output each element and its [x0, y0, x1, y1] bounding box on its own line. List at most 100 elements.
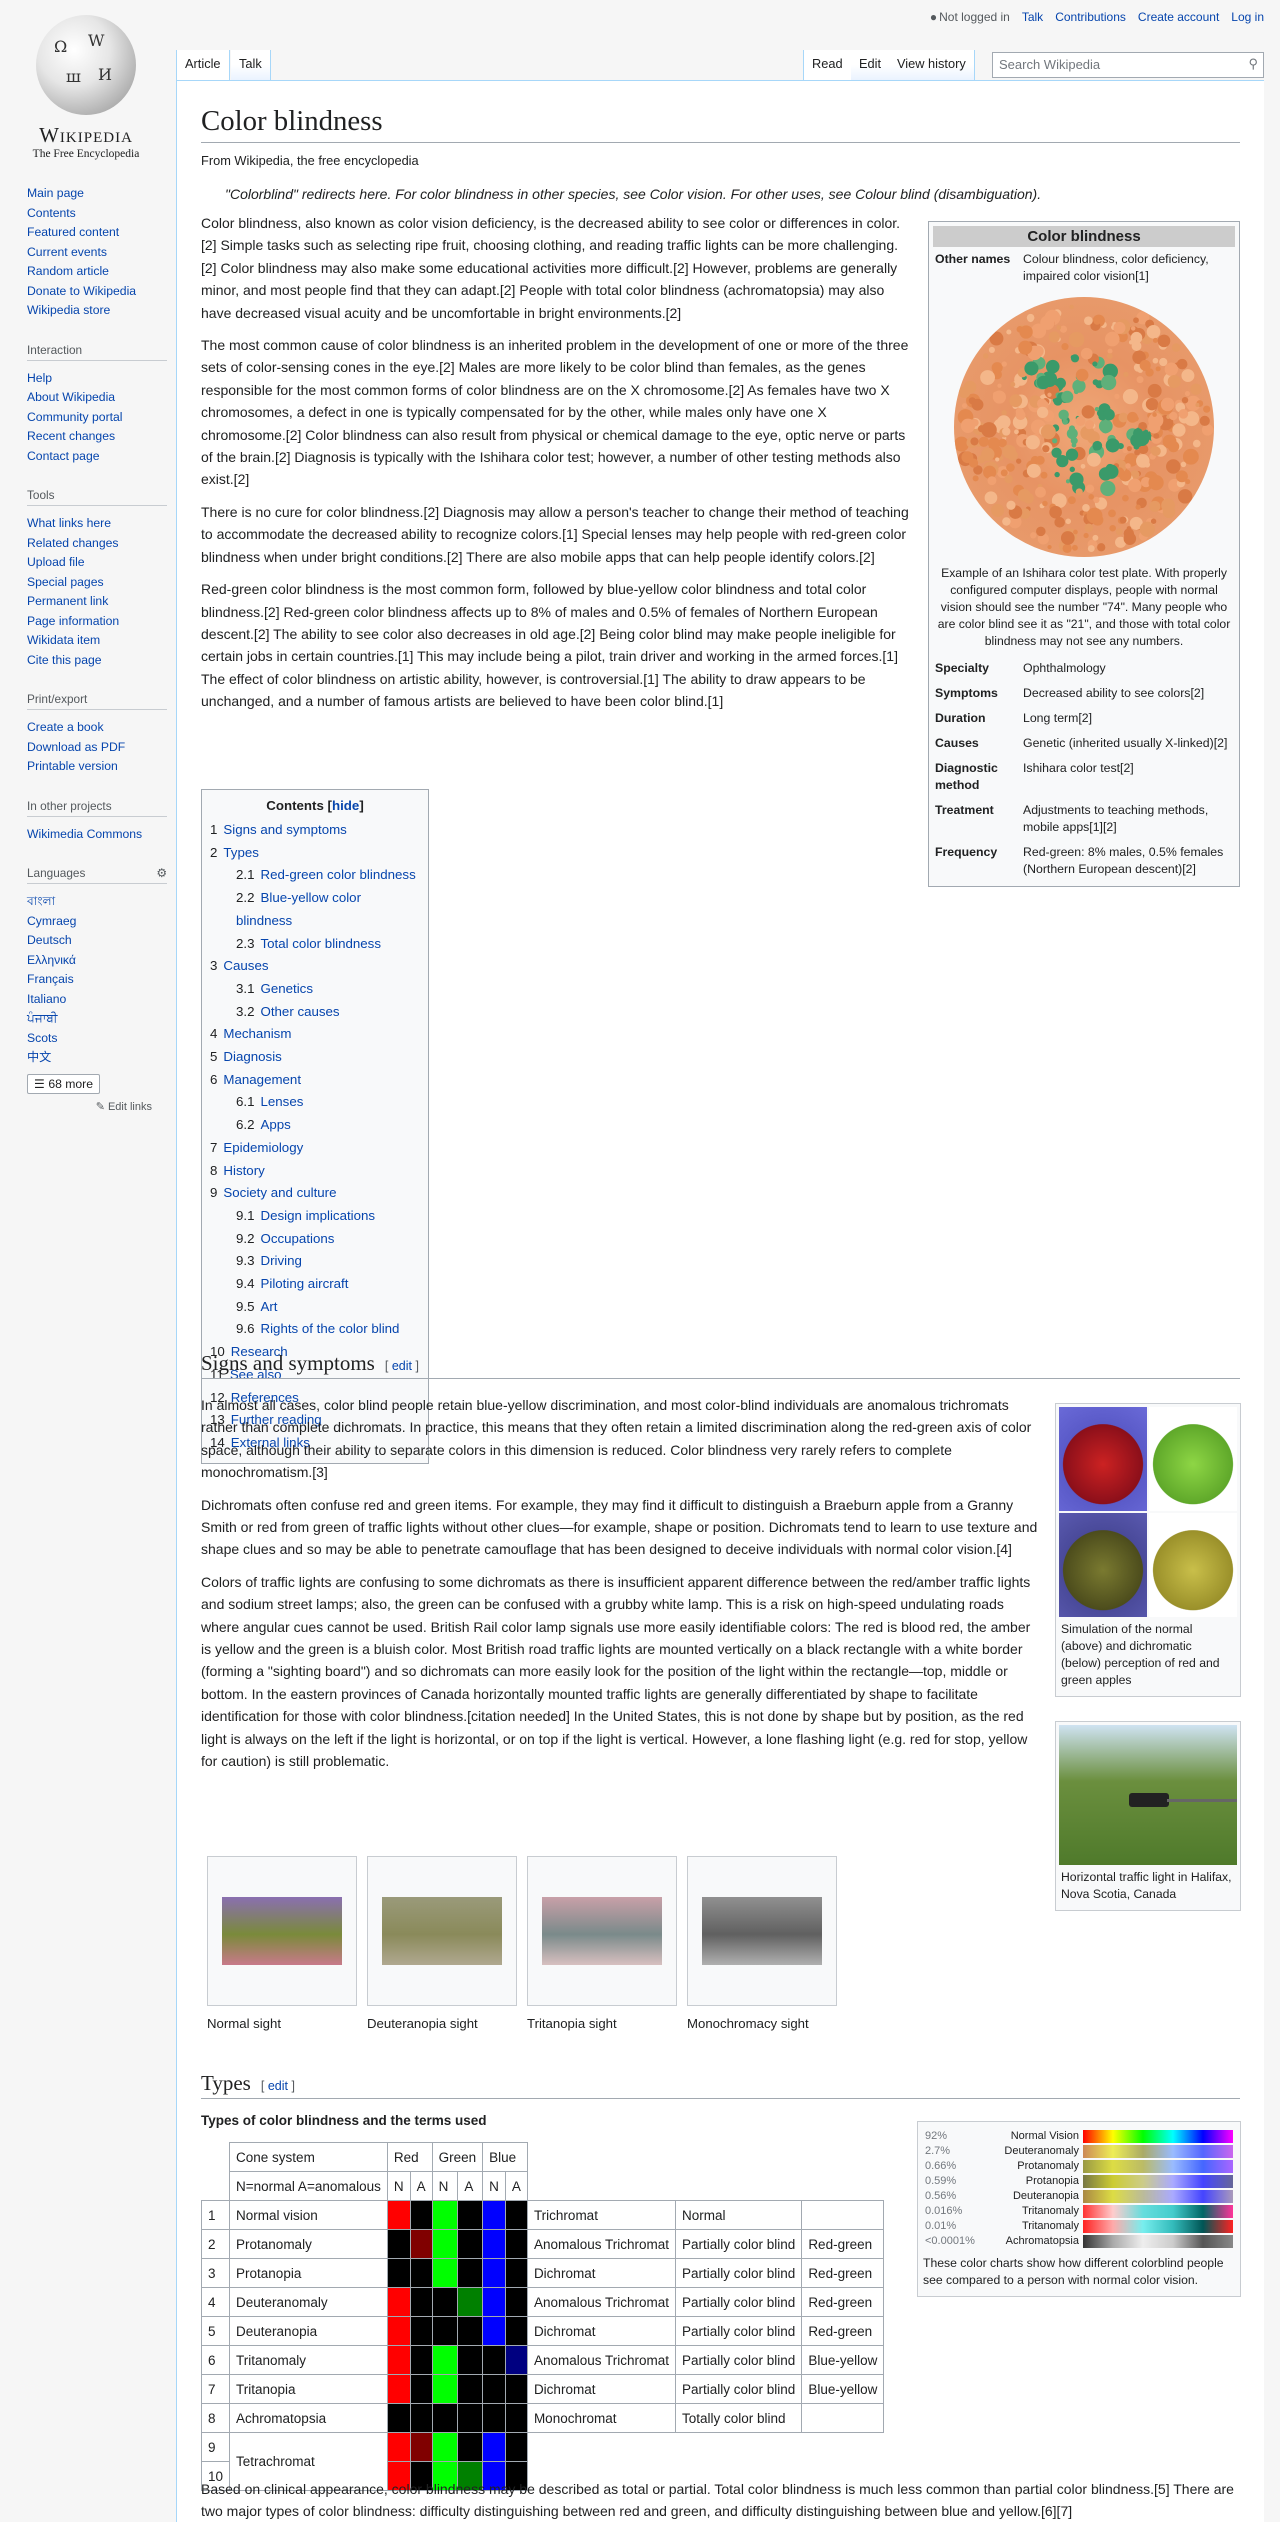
sidebar-item-special-pages[interactable]: Special pages	[27, 573, 167, 593]
sidebar-item-featured-content[interactable]: Featured content	[27, 223, 167, 243]
toc-link[interactable]: Epidemiology	[223, 1140, 303, 1155]
infobox-value[interactable]: Decreased ability to see colors[2]	[1023, 685, 1233, 702]
toc-link[interactable]: Design implications	[261, 1208, 376, 1223]
toc-link[interactable]: Occupations	[261, 1231, 335, 1246]
toc-item[interactable]: 2.2 Blue-yellow color blindness	[210, 887, 420, 932]
toc-link[interactable]: Red-green color blindness	[261, 867, 416, 882]
toc-link[interactable]: Driving	[261, 1253, 302, 1268]
sidebar-item-community-portal[interactable]: Community portal	[27, 408, 167, 428]
toc-link[interactable]: Types	[223, 845, 258, 860]
apples-thumbnail[interactable]: Simulation of the normal (above) and dic…	[1055, 1403, 1241, 1697]
sidebar-item-page-information[interactable]: Page information	[27, 612, 167, 632]
sidebar-item-wikipedia-store[interactable]: Wikipedia store	[27, 301, 167, 321]
sidebar-item-create-a-book[interactable]: Create a book	[27, 718, 167, 738]
gear-icon[interactable]: ⚙	[156, 866, 167, 880]
toc-hide-toggle[interactable]: hide	[332, 798, 359, 813]
edit-section-link[interactable]: edit	[392, 1359, 412, 1373]
tab-article[interactable]: Article	[176, 50, 230, 80]
gallery-item[interactable]: Tritanopia sight	[527, 1856, 677, 2031]
toc-item[interactable]: 3.2 Other causes	[210, 1001, 420, 1024]
gallery-image[interactable]	[687, 1856, 837, 2006]
gallery-item[interactable]: Normal sight	[207, 1856, 357, 2031]
edit-links[interactable]: ✎ Edit links	[27, 1100, 167, 1113]
toc-item[interactable]: 6 Management	[210, 1069, 420, 1092]
toc-link[interactable]: Causes	[223, 958, 268, 973]
sidebar-item-cymraeg[interactable]: Cymraeg	[27, 912, 167, 932]
toc-link[interactable]: Genetics	[261, 981, 313, 996]
sidebar-item-italiano[interactable]: Italiano	[27, 990, 167, 1010]
sidebar-item-current-events[interactable]: Current events	[27, 243, 167, 263]
toc-item[interactable]: 9.1 Design implications	[210, 1205, 420, 1228]
sidebar-item-random-article[interactable]: Random article	[27, 262, 167, 282]
toc-link[interactable]: Society and culture	[223, 1185, 336, 1200]
toc-item[interactable]: 2.3 Total color blindness	[210, 933, 420, 956]
talk-link[interactable]: Talk	[1022, 10, 1043, 24]
toc-link[interactable]: Signs and symptoms	[223, 822, 346, 837]
contributions-link[interactable]: Contributions	[1055, 10, 1126, 24]
sidebar-item-fran-ais[interactable]: Français	[27, 970, 167, 990]
sidebar-item-help[interactable]: Help	[27, 369, 167, 389]
sidebar-item-contact-page[interactable]: Contact page	[27, 447, 167, 467]
toc-item[interactable]: 4 Mechanism	[210, 1023, 420, 1046]
sidebar-item-scots[interactable]: Scots	[27, 1029, 167, 1049]
toc-item[interactable]: 9.2 Occupations	[210, 1228, 420, 1251]
more-languages-button[interactable]: ☰ 68 more	[27, 1073, 101, 1094]
search-icon[interactable]: ⚲	[1248, 56, 1258, 72]
create-account-link[interactable]: Create account	[1138, 10, 1219, 24]
toc-item[interactable]: 5 Diagnosis	[210, 1046, 420, 1069]
infobox-value[interactable]: Ishihara color test[2]	[1023, 760, 1233, 794]
sidebar-item-langs-0[interactable]: বাংলা	[27, 892, 167, 912]
sidebar-item-wikidata-item[interactable]: Wikidata item	[27, 631, 167, 651]
sidebar-item-download-as-pdf[interactable]: Download as PDF	[27, 738, 167, 758]
infobox-value[interactable]: Adjustments to teaching methods, mobile …	[1023, 802, 1233, 836]
toc-link[interactable]: Other causes	[261, 1004, 340, 1019]
sidebar-item-deutsch[interactable]: Deutsch	[27, 931, 167, 951]
sidebar-item-wikimedia-commons[interactable]: Wikimedia Commons	[27, 825, 167, 845]
infobox-value[interactable]: Ophthalmology	[1023, 660, 1233, 677]
toc-link[interactable]: Mechanism	[223, 1026, 291, 1041]
gallery-item[interactable]: Deuteranopia sight	[367, 1856, 517, 2031]
infobox-value[interactable]: Long term[2]	[1023, 710, 1233, 727]
toc-item[interactable]: 2 Types	[210, 842, 420, 865]
gallery-image[interactable]	[367, 1856, 517, 2006]
toc-link[interactable]: Rights of the color blind	[261, 1321, 400, 1336]
toc-link[interactable]: Apps	[261, 1117, 291, 1132]
toc-item[interactable]: 3.1 Genetics	[210, 978, 420, 1001]
traffic-light-thumbnail[interactable]: Horizontal traffic light in Halifax, Nov…	[1055, 1721, 1241, 1911]
toc-item[interactable]: 9.5 Art	[210, 1296, 420, 1319]
sidebar-item-what-links-here[interactable]: What links here	[27, 514, 167, 534]
infobox-value[interactable]: Red-green: 8% males, 0.5% females (North…	[1023, 844, 1233, 878]
toc-link[interactable]: Management	[223, 1072, 301, 1087]
toc-item[interactable]: 9.3 Driving	[210, 1250, 420, 1273]
tab-talk[interactable]: Talk	[231, 50, 271, 80]
toc-item[interactable]: 8 History	[210, 1160, 420, 1183]
tab-view-history[interactable]: View history	[889, 50, 975, 80]
spectrum-thumbnail[interactable]: 92% Normal Vision 2.7% Deuteranomaly 0.66% Pr…	[917, 2121, 1241, 2297]
toc-link[interactable]: Diagnosis	[223, 1049, 281, 1064]
toc-item[interactable]: 6.1 Lenses	[210, 1091, 420, 1114]
sidebar-item-permanent-link[interactable]: Permanent link	[27, 592, 167, 612]
sidebar-item-recent-changes[interactable]: Recent changes	[27, 427, 167, 447]
ishihara-plate-image[interactable]	[954, 297, 1214, 557]
sidebar-item-langs-6[interactable]: ਪੰਜਾਬੀ	[27, 1009, 167, 1029]
sidebar-item-contents[interactable]: Contents	[27, 204, 167, 224]
toc-item[interactable]: 7 Epidemiology	[210, 1137, 420, 1160]
sidebar-item-main-page[interactable]: Main page	[27, 184, 167, 204]
toc-link[interactable]: History	[223, 1163, 264, 1178]
sidebar-item-related-changes[interactable]: Related changes	[27, 534, 167, 554]
toc-item[interactable]: 2.1 Red-green color blindness	[210, 864, 420, 887]
sidebar-item-langs-8[interactable]: 中文	[27, 1048, 167, 1068]
toc-link[interactable]: Piloting aircraft	[261, 1276, 349, 1291]
toc-link[interactable]: Total color blindness	[261, 936, 381, 951]
wikipedia-logo[interactable]: ΩWшИ Wikipedia The Free Encyclopedia	[22, 15, 150, 160]
gallery-image[interactable]	[207, 1856, 357, 2006]
toc-item[interactable]: 9 Society and culture	[210, 1182, 420, 1205]
sidebar-item-cite-this-page[interactable]: Cite this page	[27, 651, 167, 671]
infobox-value[interactable]: Genetic (inherited usually X-linked)[2]	[1023, 735, 1233, 752]
toc-item[interactable]: 6.2 Apps	[210, 1114, 420, 1137]
login-link[interactable]: Log in	[1231, 10, 1264, 24]
toc-link[interactable]: Lenses	[261, 1094, 304, 1109]
gallery-image[interactable]	[527, 1856, 677, 2006]
search-input[interactable]: Search Wikipedia ⚲	[992, 52, 1264, 78]
toc-item[interactable]: 9.6 Rights of the color blind	[210, 1318, 420, 1341]
